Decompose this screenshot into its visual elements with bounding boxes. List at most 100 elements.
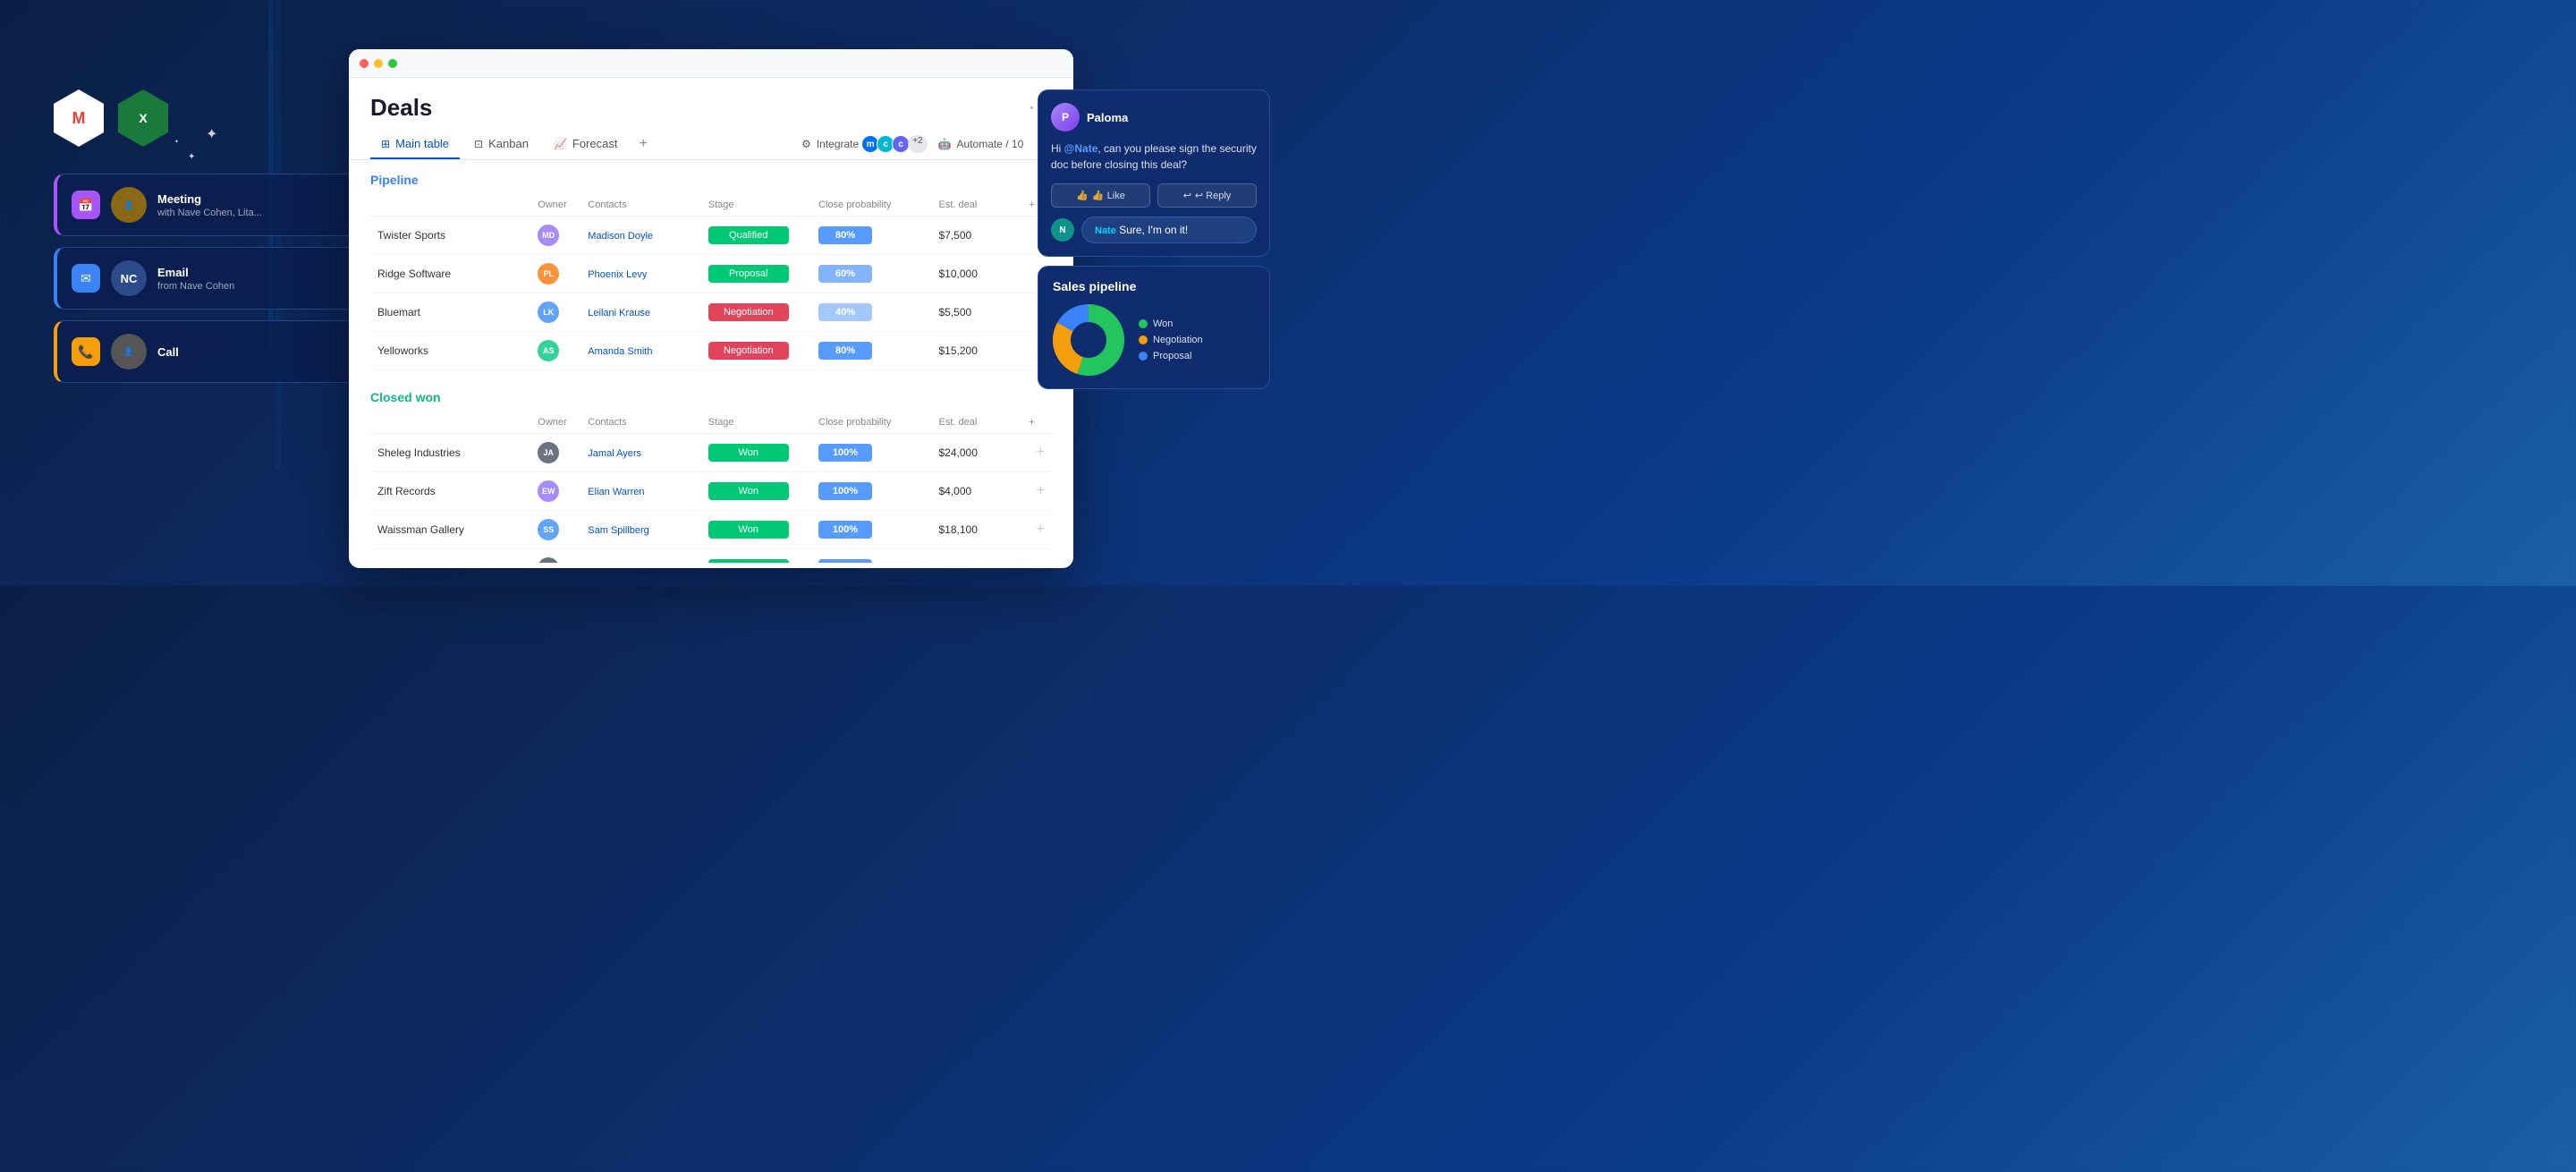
cw-contact-link[interactable]: Sam Spillberg: [588, 525, 648, 536]
cw-col-owner: Owner: [530, 412, 580, 434]
minimize-dot[interactable]: [374, 59, 383, 68]
tab-kanban[interactable]: ⊡ Kanban: [463, 130, 539, 159]
email-icon: ✉: [72, 264, 100, 293]
legend-dot-won: [1139, 319, 1148, 328]
automate-button[interactable]: 🤖 Automate / 10: [938, 138, 1024, 150]
reply-icon: ↩: [1183, 190, 1191, 201]
pie-chart: [1053, 304, 1124, 376]
chat-header: P Paloma: [1051, 103, 1257, 132]
cw-col-probability: Close probability: [811, 412, 931, 434]
deal-name: Bluemart: [370, 293, 530, 332]
cw-add-column[interactable]: +: [1021, 511, 1052, 549]
owner-cell: MD: [530, 217, 580, 255]
contact-link[interactable]: Phoenix Levy: [588, 269, 647, 280]
owner-avatar: MD: [538, 225, 559, 246]
chat-card: P Paloma Hi @Nate, can you please sign t…: [1038, 89, 1270, 257]
col-probability: Close probability: [811, 194, 931, 217]
closed-won-row[interactable]: Zift Records EW Elian Warren Won 100% $4…: [370, 472, 1052, 511]
cw-add-column[interactable]: +: [1021, 434, 1052, 472]
tabs-bar: ⊞ Main table ⊡ Kanban 📈 Forecast + ⚙ Int…: [349, 122, 1073, 160]
pipeline-row[interactable]: Twister Sports MD Madison Doyle Qualifie…: [370, 217, 1052, 255]
meeting-icon: 📅: [72, 191, 100, 219]
contact-cell: Amanda Smith: [580, 332, 700, 370]
gmail-icon: M: [54, 89, 104, 147]
cw-probability-badge: 100%: [818, 444, 872, 462]
cw-est-deal: $24,000: [931, 434, 1021, 472]
cw-deal-name: Sheleg Industries: [370, 434, 530, 472]
tab-main-table[interactable]: ⊞ Main table: [370, 130, 460, 159]
cw-contact-link[interactable]: Elian Warren: [588, 487, 644, 497]
closed-won-row[interactable]: Sheleg Industries JA Jamal Ayers Won 100…: [370, 434, 1052, 472]
contact-link[interactable]: Amanda Smith: [588, 346, 652, 357]
closed-won-header-row: Owner Contacts Stage Close probability E…: [370, 412, 1052, 434]
meeting-avatar: 👤: [111, 187, 147, 223]
legend-negotiation: Negotiation: [1139, 335, 1203, 345]
probability-cell: 80%: [811, 217, 931, 255]
close-dot[interactable]: [360, 59, 369, 68]
cw-contact-cell: Jamal Ayers: [580, 434, 700, 472]
left-panel: M X 📅 👤 Meeting with Nave Cohen, Lita...…: [54, 89, 358, 394]
stage-badge: Qualified: [708, 226, 789, 244]
app-icons: M X: [54, 89, 358, 147]
like-icon: 👍: [1076, 190, 1089, 201]
owner-cell: LK: [530, 293, 580, 332]
email-avatar: NC: [111, 260, 147, 296]
call-card[interactable]: 📞 👤 Call: [54, 320, 358, 383]
call-text: Call: [157, 345, 343, 359]
cw-est-deal: $5,800: [931, 549, 1021, 564]
col-deal-name: [370, 194, 530, 217]
meeting-text: Meeting with Nave Cohen, Lita...: [157, 192, 343, 218]
contact-link[interactable]: Madison Doyle: [588, 231, 653, 242]
cw-stage-badge: Won: [708, 559, 789, 563]
pipeline-row[interactable]: Yelloworks AS Amanda Smith Negotiation 8…: [370, 332, 1052, 370]
email-text: Email from Nave Cohen: [157, 266, 343, 292]
cw-probability-cell: 100%: [811, 472, 931, 511]
meeting-card[interactable]: 📅 👤 Meeting with Nave Cohen, Lita...: [54, 174, 358, 236]
cw-contact-cell: Sam Spillberg: [580, 511, 700, 549]
contact-cell: Madison Doyle: [580, 217, 700, 255]
forecast-icon: 📈: [554, 138, 567, 150]
closed-won-row[interactable]: SFF Cruise HG Hannah Gluck Won 100% $5,8…: [370, 549, 1052, 564]
like-button[interactable]: 👍 👍 Like: [1051, 183, 1150, 208]
probability-badge: 60%: [818, 265, 872, 283]
plus-more-badge: +2: [908, 135, 927, 153]
kanban-icon: ⊡: [474, 138, 483, 150]
chat-mention: @Nate: [1064, 142, 1098, 155]
maximize-dot[interactable]: [388, 59, 397, 68]
cw-contact-link[interactable]: Jamal Ayers: [588, 448, 641, 459]
col-owner: Owner: [530, 194, 580, 217]
closed-won-row[interactable]: Waissman Gallery SS Sam Spillberg Won 10…: [370, 511, 1052, 549]
owner-avatar: PL: [538, 263, 559, 285]
cw-add-column[interactable]: +: [1021, 549, 1052, 564]
window-titlebar: [349, 49, 1073, 78]
excel-icon: X: [118, 89, 168, 147]
sales-pipeline-title: Sales pipeline: [1053, 279, 1255, 293]
cw-col-contacts: Contacts: [580, 412, 700, 434]
owner-avatar: LK: [538, 301, 559, 323]
contact-cell: Leilani Krause: [580, 293, 700, 332]
cw-owner-avatar: HG: [538, 557, 559, 563]
tab-right-actions: ⚙ Integrate m c c +2 🤖 Automate / 10 ⌃: [801, 133, 1052, 156]
col-est-deal: Est. deal: [931, 194, 1021, 217]
cw-probability-badge: 100%: [818, 521, 872, 539]
main-window: Deals ··· ⊞ Main table ⊡ Kanban 📈 Foreca…: [349, 49, 1073, 568]
cw-col-add: +: [1021, 412, 1052, 434]
tab-forecast[interactable]: 📈 Forecast: [543, 130, 629, 159]
add-tab-button[interactable]: +: [631, 129, 654, 159]
pipeline-row[interactable]: Bluemart LK Leilani Krause Negotiation 4…: [370, 293, 1052, 332]
call-icon: 📞: [72, 337, 100, 366]
integrate-button[interactable]: ⚙ Integrate m c c +2: [801, 135, 928, 153]
integrate-icon: ⚙: [801, 138, 811, 150]
cw-probability-badge: 100%: [818, 559, 872, 563]
reply-button[interactable]: ↩ ↩ Reply: [1157, 183, 1257, 208]
pipeline-table: Owner Contacts Stage Close probability E…: [370, 194, 1052, 370]
cw-owner-cell: JA: [530, 434, 580, 472]
probability-cell: 60%: [811, 255, 931, 293]
chat-message: Hi @Nate, can you please sign the securi…: [1051, 140, 1257, 173]
pipeline-content: Won Negotiation Proposal: [1053, 304, 1255, 376]
cw-add-column[interactable]: +: [1021, 472, 1052, 511]
email-card[interactable]: ✉ NC Email from Nave Cohen: [54, 247, 358, 310]
pipeline-row[interactable]: Ridge Software PL Phoenix Levy Proposal …: [370, 255, 1052, 293]
contact-link[interactable]: Leilani Krause: [588, 308, 650, 318]
window-header: Deals ···: [349, 78, 1073, 122]
